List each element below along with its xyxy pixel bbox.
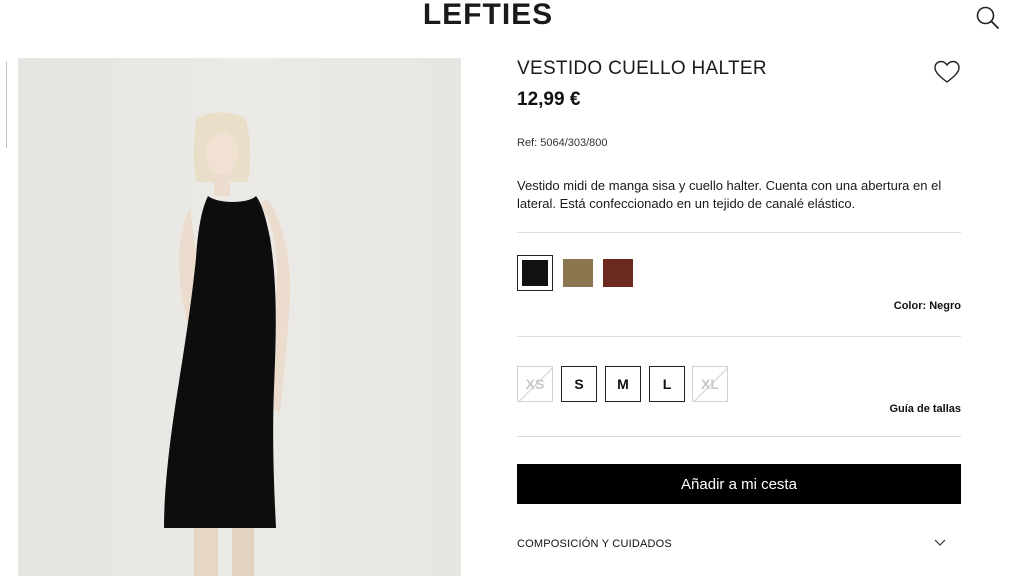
- color-swatch-fill: [603, 259, 633, 287]
- size-option-xl[interactable]: XL: [692, 366, 728, 402]
- product-image[interactable]: [18, 58, 461, 576]
- heart-icon: [934, 60, 960, 83]
- size-option-m[interactable]: M: [605, 366, 641, 402]
- size-option-l[interactable]: L: [649, 366, 685, 402]
- unavailable-strike: [518, 367, 552, 401]
- model-illustration: [164, 112, 291, 576]
- divider: [517, 436, 961, 437]
- product-price: 12,99 €: [517, 89, 581, 110]
- search-icon: [976, 6, 999, 29]
- scroll-indicator: [6, 62, 7, 148]
- size-option-s[interactable]: S: [561, 366, 597, 402]
- color-swatch-negro[interactable]: [517, 255, 553, 291]
- search-button[interactable]: [975, 5, 1001, 31]
- product-page: LEFTIES VESTIDO CUELLO HALTER 12,99 € Re…: [0, 0, 1024, 576]
- size-label: M: [617, 376, 629, 392]
- add-to-cart-button[interactable]: Añadir a mi cesta: [517, 464, 961, 504]
- product-reference: Ref: 5064/303/800: [517, 137, 608, 149]
- unavailable-strike: [693, 367, 727, 401]
- accordion-label: COMPOSICIÓN Y CUIDADOS: [517, 538, 672, 550]
- product-description: Vestido midi de manga sisa y cuello halt…: [517, 178, 942, 211]
- divider: [517, 232, 961, 233]
- product-title: VESTIDO CUELLO HALTER: [517, 58, 767, 79]
- size-option-xs[interactable]: XS: [517, 366, 553, 402]
- product-info-panel: VESTIDO CUELLO HALTER 12,99 € Ref: 5064/…: [517, 0, 961, 576]
- color-swatch-beige[interactable]: [563, 259, 599, 295]
- size-guide-link[interactable]: Guía de tallas: [889, 403, 961, 415]
- composition-accordion[interactable]: COMPOSICIÓN Y CUIDADOS: [517, 528, 961, 562]
- divider: [517, 336, 961, 337]
- size-label: S: [574, 376, 584, 392]
- color-swatch-marron[interactable]: [603, 259, 639, 295]
- size-label: L: [662, 376, 672, 392]
- color-swatch-fill: [522, 260, 548, 286]
- selected-color-label: Color: Negro: [893, 300, 961, 312]
- color-swatch-fill: [563, 259, 593, 287]
- favorite-button[interactable]: [933, 59, 961, 85]
- chevron-down-icon: [934, 539, 946, 546]
